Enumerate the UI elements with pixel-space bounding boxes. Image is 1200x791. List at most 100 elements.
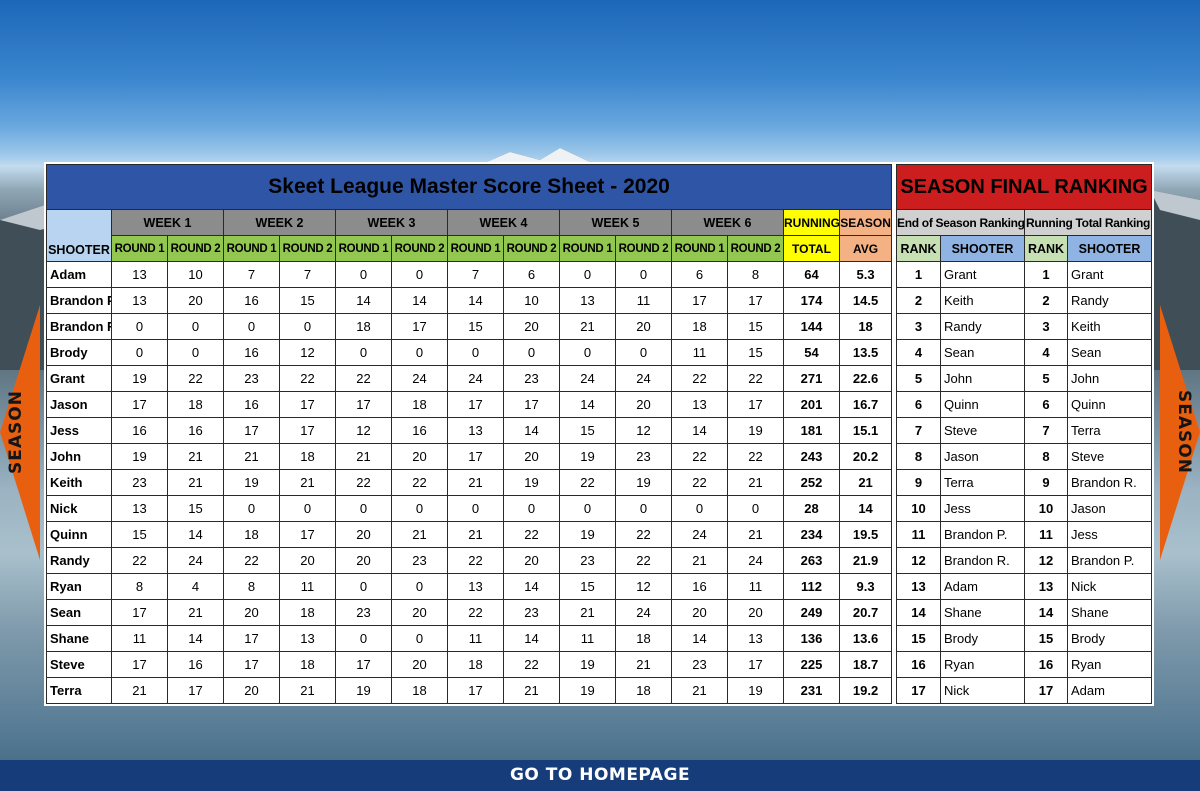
- score-cell: 18: [279, 651, 336, 678]
- score-cell: 17: [223, 417, 280, 444]
- table-row: Grant 19 22 23 22 22 24 24 23 24 24 22 22 271 22.6: [46, 365, 893, 392]
- round-2-header: ROUND 2: [615, 235, 672, 262]
- score-cell: 0: [615, 261, 672, 288]
- score-cell: 13: [447, 573, 504, 600]
- score-cell: 22: [335, 365, 392, 392]
- score-cell: 23: [503, 599, 560, 626]
- running-total-shooter: Brandon R.: [1066, 469, 1153, 496]
- ranking-row: 2 Keith 2 Randy: [896, 287, 1153, 314]
- score-cell: 0: [335, 495, 392, 522]
- table-row: Nick 13 15 0 0 0 0 0 0 0 0 0 0 28 14: [46, 495, 893, 522]
- score-cell: 0: [335, 625, 392, 652]
- score-cell: 15: [111, 521, 168, 548]
- shooter-column-header: SHOOTER: [940, 235, 1025, 262]
- score-cell: 14: [167, 521, 224, 548]
- running-total-rank: 17: [1024, 677, 1068, 704]
- running-total-rank: 11: [1024, 521, 1068, 548]
- running-total-shooter: Terra: [1066, 417, 1153, 444]
- score-cell: 20: [671, 599, 728, 626]
- shooter-name: Ryan: [46, 573, 112, 600]
- running-total-header: TOTAL: [783, 235, 840, 262]
- round-2-header: ROUND 2: [727, 235, 784, 262]
- score-cell: 7: [223, 261, 280, 288]
- score-cell: 20: [727, 599, 784, 626]
- next-season-label[interactable]: SEASON: [1174, 390, 1194, 474]
- score-sheet-title: Skeet League Master Score Sheet - 2020: [45, 164, 893, 210]
- shooter-column-header: SHOOTER: [46, 209, 112, 262]
- ranking-row: 1 Grant 1 Grant: [896, 261, 1153, 288]
- ranking-row: 8 Jason 8 Steve: [896, 443, 1153, 470]
- score-cell: 0: [279, 495, 336, 522]
- end-season-shooter: Ryan: [940, 651, 1025, 678]
- shooter-name: Jason: [46, 391, 112, 418]
- end-season-rank: 13: [896, 573, 941, 600]
- end-season-shooter: Quinn: [940, 391, 1025, 418]
- score-cell: 19: [223, 469, 280, 496]
- score-cell: 18: [279, 443, 336, 470]
- score-cell: 20: [615, 313, 672, 340]
- score-cell: 17: [503, 391, 560, 418]
- score-cell: 17: [447, 443, 504, 470]
- score-cell: 0: [391, 261, 448, 288]
- score-cell: 13: [447, 417, 504, 444]
- score-cell: 21: [167, 599, 224, 626]
- go-to-homepage-button[interactable]: GO TO HOMEPAGE: [0, 760, 1200, 791]
- score-cell: 14: [447, 287, 504, 314]
- shooter-name: Grant: [46, 365, 112, 392]
- ranking-title: SEASON FINAL RANKING: [895, 164, 1153, 210]
- end-season-rank: 10: [896, 495, 941, 522]
- score-cell: 21: [559, 313, 616, 340]
- table-row: Quinn 15 14 18 17 20 21 21 22 19 22 24 21 234 19.5: [46, 521, 893, 548]
- end-season-rank: 2: [896, 287, 941, 314]
- end-season-rank: 17: [896, 677, 941, 704]
- score-cell: 14: [167, 625, 224, 652]
- score-cell: 21: [223, 443, 280, 470]
- table-row: Adam 13 10 7 7 0 0 7 6 0 0 6 8 64 5.3: [46, 261, 893, 288]
- running-total-shooter: Shane: [1066, 599, 1153, 626]
- score-cell: 16: [223, 339, 280, 366]
- score-cell: 0: [503, 339, 560, 366]
- score-cell: 21: [167, 443, 224, 470]
- shooter-name: Steve: [46, 651, 112, 678]
- ranking-row: 7 Steve 7 Terra: [896, 417, 1153, 444]
- end-season-shooter: Sean: [940, 339, 1025, 366]
- score-cell: 0: [167, 313, 224, 340]
- week-header: WEEK 2: [223, 209, 336, 236]
- score-cell: 13: [727, 625, 784, 652]
- shooter-name: Brandon P.: [46, 287, 112, 314]
- end-season-shooter: Nick: [940, 677, 1025, 704]
- season-avg-cell: 19.5: [838, 521, 893, 548]
- score-cell: 14: [671, 625, 728, 652]
- running-total-shooter: Jason: [1066, 495, 1153, 522]
- previous-season-label[interactable]: SEASON: [6, 390, 26, 474]
- score-cell: 17: [279, 391, 336, 418]
- score-cell: 13: [671, 391, 728, 418]
- score-cell: 17: [727, 651, 784, 678]
- score-cell: 11: [447, 625, 504, 652]
- score-cell: 16: [391, 417, 448, 444]
- score-cell: 17: [335, 391, 392, 418]
- score-cell: 21: [447, 521, 504, 548]
- running-total-shooter: Randy: [1066, 287, 1153, 314]
- score-cell: 15: [559, 417, 616, 444]
- score-cell: 14: [503, 417, 560, 444]
- score-cell: 16: [223, 287, 280, 314]
- ranking-row: 5 John 5 John: [896, 365, 1153, 392]
- season-avg-cell: 22.6: [838, 365, 893, 392]
- score-cell: 12: [615, 417, 672, 444]
- score-cell: 19: [111, 443, 168, 470]
- running-total-shooter: Grant: [1066, 261, 1153, 288]
- score-cell: 0: [391, 573, 448, 600]
- score-cell: 0: [503, 495, 560, 522]
- end-season-shooter: Randy: [940, 313, 1025, 340]
- score-cell: 14: [503, 625, 560, 652]
- running-total-cell: 252: [783, 469, 840, 496]
- end-season-rank: 8: [896, 443, 941, 470]
- score-cell: 22: [503, 651, 560, 678]
- score-cell: 17: [391, 313, 448, 340]
- end-season-shooter: Terra: [940, 469, 1025, 496]
- score-cell: 7: [447, 261, 504, 288]
- running-total-shooter: Nick: [1066, 573, 1153, 600]
- score-cell: 21: [671, 677, 728, 704]
- end-season-shooter: Brody: [940, 625, 1025, 652]
